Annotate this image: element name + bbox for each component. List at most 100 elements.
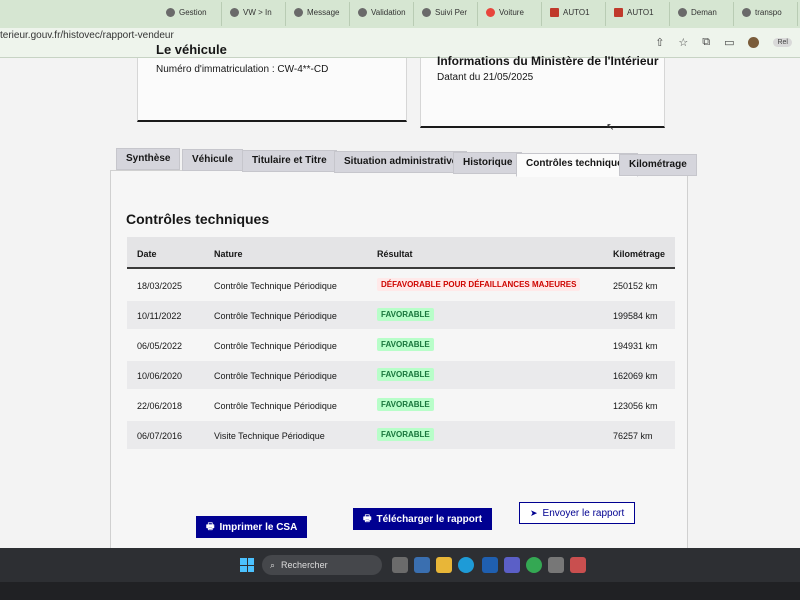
teams-icon[interactable] <box>504 557 520 573</box>
cell-km: 250152 km <box>613 281 658 291</box>
browser-tab-label: Voiture <box>499 8 524 17</box>
auto1-icon <box>550 8 559 17</box>
browser-tab[interactable]: VW > In <box>224 2 286 26</box>
browser-tab-label: Deman <box>691 8 717 17</box>
controls-panel: Contrôles techniques Date Nature Résulta… <box>110 170 688 554</box>
vehicle-card: Le véhicule Numéro d'immatriculation : C… <box>137 42 407 122</box>
col-nature: Nature <box>214 249 243 259</box>
share-icon[interactable]: ⇧ <box>655 36 664 49</box>
cell-date: 18/03/2025 <box>137 281 183 291</box>
tab-historique[interactable]: Historique <box>453 152 523 174</box>
settings-icon[interactable] <box>548 557 564 573</box>
mail-icon <box>294 8 303 17</box>
download-report-button[interactable]: 🖶 Télécharger le rapport <box>353 508 493 530</box>
cell-km: 194931 km <box>613 341 658 351</box>
edge-icon[interactable] <box>458 557 474 573</box>
tab-situation-administrative[interactable]: Situation administrative <box>334 151 468 173</box>
browser-tab-label: transpo <box>755 8 782 17</box>
browser-tab[interactable]: Gestion <box>160 2 222 26</box>
table-row: 22/06/2018 Contrôle Technique Périodique F… <box>127 391 675 419</box>
extension-badge[interactable]: Rel <box>773 38 792 47</box>
cell-date: 06/07/2016 <box>137 431 183 441</box>
mouse-cursor-icon: ↖ <box>606 122 615 133</box>
page-icon <box>742 8 751 17</box>
browser-tab-strip: Gestion VW > In Message Validation Suivi Per… <box>0 0 800 28</box>
app-l-icon[interactable] <box>482 557 498 573</box>
printer-icon: 🖶 <box>206 521 215 531</box>
page-icon <box>678 8 687 17</box>
cell-date: 22/06/2018 <box>137 401 183 411</box>
print-csa-label: Imprimer le CSA <box>219 521 298 533</box>
plate-number: Numéro d'immatriculation : CW-4**-CD <box>156 64 329 75</box>
result-badge: FAVORABLE <box>377 398 434 411</box>
browser-tab[interactable]: AUTO1 <box>608 2 670 26</box>
browser-tab-label: Gestion <box>179 8 207 17</box>
browser-tab[interactable]: Message <box>288 2 350 26</box>
browser-tab-label: AUTO1 <box>563 8 590 17</box>
profile-avatar[interactable] <box>748 37 760 48</box>
report-tabs: Synthèse Véhicule Titulaire et Titre Situat… <box>116 148 697 177</box>
table-header: Date Nature Résultat Kilométrage <box>127 237 675 269</box>
ministry-card: Informations du Ministère de l'Intérieur… <box>420 54 665 128</box>
pinned-app-icon[interactable] <box>570 557 586 573</box>
tab-synthese[interactable]: Synthèse <box>116 148 181 170</box>
page-content: Le véhicule Numéro d'immatriculation : C… <box>0 42 800 554</box>
task-view-icon[interactable] <box>392 557 408 573</box>
result-badge: DÉFAVORABLE POUR DÉFAILLANCES MAJEURES <box>377 278 581 291</box>
send-report-button[interactable]: ➤ Envoyer le rapport <box>519 502 636 524</box>
auto1-icon <box>614 8 623 17</box>
browser-tab[interactable]: transpo <box>736 2 798 26</box>
site-icon <box>230 8 239 17</box>
chrome-icon[interactable] <box>526 557 542 573</box>
panel-title: Contrôles techniques <box>126 211 270 227</box>
file-explorer-icon[interactable] <box>436 557 452 573</box>
cell-nature: Contrôle Technique Périodique <box>214 281 337 291</box>
ministry-date: Datant du 21/05/2025 <box>437 72 534 83</box>
taskbar-search-placeholder: Rechercher <box>281 560 328 570</box>
extensions-icon[interactable]: ⧉ <box>702 36 710 49</box>
browser-tab-label: Message <box>307 8 340 17</box>
windows-start-icon[interactable] <box>240 558 254 572</box>
printer-icon: 🖶 <box>363 513 372 523</box>
cell-nature: Visite Technique Périodique <box>214 431 325 441</box>
vehicle-card-title: Le véhicule <box>156 42 227 57</box>
browser-tab[interactable]: Suivi Per <box>416 2 478 26</box>
search-icon: ⌕ <box>270 559 276 570</box>
browser-tab[interactable]: AUTO1 <box>544 2 606 26</box>
print-csa-button[interactable]: 🖶 Imprimer le CSA <box>196 516 308 538</box>
result-badge: FAVORABLE <box>377 368 434 381</box>
google-icon <box>486 8 495 17</box>
send-arrow-icon: ➤ <box>530 507 538 518</box>
result-badge: FAVORABLE <box>377 338 434 351</box>
cell-km: 76257 km <box>613 431 653 441</box>
table-row: 06/05/2022 Contrôle Technique Périodique F… <box>127 331 675 359</box>
cell-nature: Contrôle Technique Périodique <box>214 341 337 351</box>
tab-vehicule[interactable]: Véhicule <box>182 149 244 171</box>
result-badge: FAVORABLE <box>377 308 434 321</box>
browser-tab-label: Suivi Per <box>435 8 468 17</box>
cell-nature: Contrôle Technique Périodique <box>214 311 337 321</box>
browser-tab[interactable]: Voiture <box>480 2 542 26</box>
address-bar[interactable]: terieur.gouv.fr/histovec/rapport-vendeur <box>0 30 174 41</box>
taskbar-search[interactable]: ⌕ Rechercher <box>262 555 382 575</box>
taskbar-bar: ⌕ Rechercher <box>0 548 800 582</box>
bookmark-star-icon[interactable]: ☆ <box>678 36 688 49</box>
table-row: 18/03/2025 Contrôle Technique Périodique D… <box>127 271 675 299</box>
tab-titulaire-et-titre[interactable]: Titulaire et Titre <box>242 150 337 172</box>
cell-date: 06/05/2022 <box>137 341 183 351</box>
browser-toolbar: terieur.gouv.fr/histovec/rapport-vendeur… <box>0 28 800 58</box>
site-icon <box>166 8 175 17</box>
table-row: 10/06/2020 Contrôle Technique Périodique F… <box>127 361 675 389</box>
site-icon <box>422 8 431 17</box>
cell-date: 10/11/2022 <box>137 311 182 321</box>
tab-kilometrage[interactable]: Kilométrage <box>619 154 697 176</box>
cell-km: 162069 km <box>613 371 658 381</box>
col-date: Date <box>137 249 157 259</box>
browser-tab-label: AUTO1 <box>627 8 654 17</box>
send-report-label: Envoyer le rapport <box>542 507 625 519</box>
calculator-icon[interactable] <box>414 557 430 573</box>
browser-tab[interactable]: Validation <box>352 2 414 26</box>
result-badge: FAVORABLE <box>377 428 434 441</box>
sidebar-icon[interactable]: ▭ <box>724 36 734 49</box>
browser-tab[interactable]: Deman <box>672 2 734 26</box>
